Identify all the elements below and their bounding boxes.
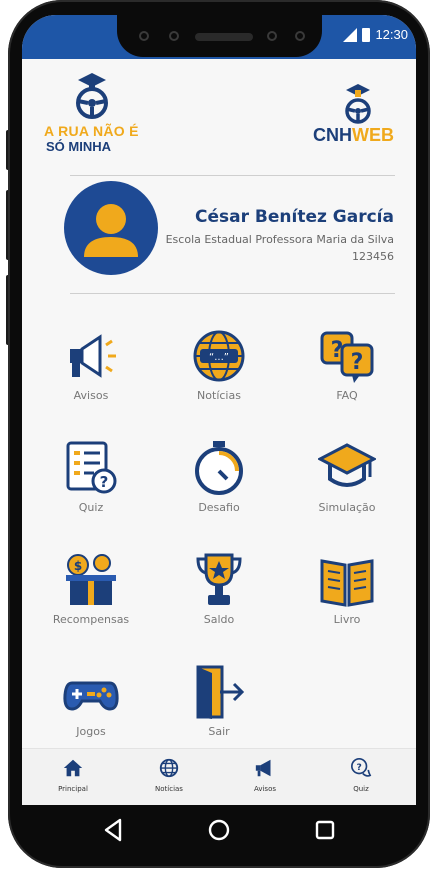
campaign-logo-line1: A RUA NÃO É [44,123,139,139]
nav-item-avisos[interactable]: Avisos [230,755,300,805]
recents-square-icon[interactable] [308,813,342,847]
user-icon [84,204,138,257]
profile-card: César Benítez García Escola Estadual Pro… [22,179,416,299]
proximity-dot [295,31,305,41]
user-id: 123456 [352,250,394,263]
speaker-grill [195,33,253,41]
menu-label: Saldo [203,613,235,626]
user-school: Escola Estadual Professora Maria da Silv… [165,233,394,246]
exit-door-icon [196,665,245,719]
steering-wheel-cap-icon [76,73,108,119]
menu-label: Jogos [76,725,106,738]
globe-news-icon: “...” [193,330,245,382]
nav-label: Principal [58,785,88,793]
menu-label: Quiz [78,501,104,514]
menu-item-desafio[interactable]: Desafio [164,439,274,543]
menu-item-quiz[interactable]: ? Quiz [36,439,146,543]
home-circle-icon[interactable] [202,813,236,847]
brand-cnh: CNH [313,125,352,145]
nav-item-quiz[interactable]: ? Quiz [326,755,396,805]
user-name: César Benítez García [195,207,394,227]
camera-dot [169,31,179,41]
status-bar: 12:30 [22,15,416,59]
battery-icon [362,27,371,42]
menu-item-faq[interactable]: ? ? FAQ [292,327,402,431]
bottom-nav: Principal Notícias Avisos ? Quiz [22,748,416,805]
trophy-icon [196,553,242,605]
open-book-icon [320,559,374,607]
sensor-dot [139,31,149,41]
nav-label: Avisos [253,785,277,793]
menu-label: Simulação [318,501,376,514]
menu-label: Avisos [73,389,109,402]
home-icon [63,759,83,777]
profile-divider [70,293,395,294]
nav-label: Notícias [155,785,183,793]
menu-label: Notícias [197,389,241,402]
app-header: A RUA NÃO É SÓ MINHA CNHWEB [22,59,416,169]
globe-icon [159,758,179,778]
header-divider [70,175,395,176]
signal-icon [343,27,358,42]
cnhweb-wordmark: CNHWEB [313,125,394,146]
svg-text:$: $ [74,559,82,573]
cnhweb-logo: CNHWEB [304,83,394,163]
quiz-checklist-icon: ? [66,441,117,494]
menu-label: FAQ [336,389,358,402]
status-time: 12:30 [375,27,408,42]
stopwatch-icon [195,441,243,495]
megaphone-icon [70,334,116,378]
gamepad-icon [63,681,119,711]
menu-item-simulacao[interactable]: Simulação [292,439,402,543]
system-nav-bar [22,805,416,855]
svg-text:?: ? [351,350,364,375]
svg-text:?: ? [357,762,362,773]
menu-label: Desafio [198,501,240,514]
menu-item-avisos[interactable]: Avisos [36,327,146,431]
nav-item-principal[interactable]: Principal [38,755,108,805]
graduation-cap-icon [318,443,376,487]
megaphone-icon [255,759,271,777]
menu-item-livro[interactable]: Livro [292,551,402,655]
gift-box-icon: $ [66,554,116,605]
nav-item-noticias[interactable]: Notícias [134,755,204,805]
menu-item-noticias[interactable]: “...” Notícias [164,327,274,431]
menu-label: Livro [333,613,361,626]
steering-wheel-cap-icon [345,84,371,124]
faq-chat-icon: ? ? [320,331,374,383]
svg-text:“...”: “...” [209,352,229,363]
avatar[interactable] [64,181,158,275]
menu-label: Recompensas [52,613,130,626]
app-screen: 12:30 A RUA NÃO É SÓ MINHA CNHWEB César … [22,15,416,805]
menu-label: Sair [208,725,230,738]
menu-item-saldo[interactable]: Saldo [164,551,274,655]
sensor-dot [267,31,277,41]
question-bubble-icon: ? [351,758,372,777]
campaign-logo: A RUA NÃO É SÓ MINHA [44,71,139,161]
campaign-logo-line2: SÓ MINHA [46,139,111,154]
brand-web: WEB [352,125,394,145]
svg-text:?: ? [100,473,109,491]
nav-label: Quiz [353,785,369,793]
back-triangle-icon[interactable] [96,813,130,847]
camera-notch [117,15,322,57]
phone-frame: 12:30 A RUA NÃO É SÓ MINHA CNHWEB César … [2,0,430,873]
menu-item-recompensas[interactable]: $ Recompensas [36,551,146,655]
status-icons: 12:30 [343,27,408,42]
